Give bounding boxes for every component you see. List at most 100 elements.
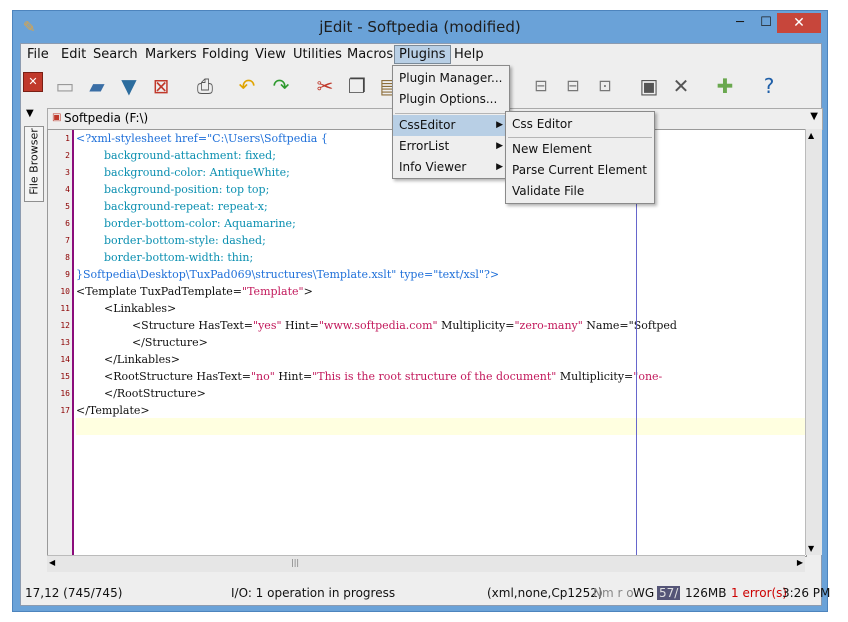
line-number: 3 [65,168,70,177]
line-number: 2 [65,151,70,160]
code-line: }Softpedia\Desktop\TuxPad069\structures\… [76,266,499,283]
copy-icon[interactable]: ❐ [343,72,371,100]
vertical-scrollbar[interactable]: ▲ ▼ [805,129,822,555]
buffer-options-icon[interactable]: ▣ [635,72,663,100]
minimize-button[interactable]: ─ [727,13,753,33]
menu-view[interactable]: View [255,47,286,62]
submenu-arrow-icon: ▶ [496,162,503,172]
cut-icon[interactable]: ✂ [311,72,339,100]
menu-folding[interactable]: Folding [202,47,249,62]
file-browser-tab[interactable]: File Browser [24,126,44,202]
code-line: </Linkables> [76,351,180,368]
code-line: background-position: top top; [76,181,269,198]
memory-used[interactable]: 57/ [657,586,681,600]
line-number: 5 [65,202,70,211]
plugin-manager-icon[interactable]: ✚ [711,72,739,100]
code-line: <?xml-stylesheet href="C:\Users\Softpedi… [76,130,328,147]
file-browser-label: File Browser [27,128,41,195]
line-number: 17 [60,406,70,415]
csseditor-submenu: Css Editor New Element Parse Current Ele… [505,111,655,204]
code-token: "yes" [253,319,282,332]
code-line: <Structure HasText="yes" Hint="www.softp… [76,317,677,334]
split-vertical-icon[interactable]: ⊟ [559,72,587,100]
close-toolbar-icon[interactable]: ✕ [23,72,43,92]
buffer-dropdown-icon[interactable]: ▼ [810,111,818,122]
caret-status[interactable]: 17,12 (745/745) [25,586,122,600]
code-token: > [303,285,313,298]
io-status: I/O: 1 operation in progress [231,586,396,600]
validate-file-item[interactable]: Validate File [506,181,584,202]
menu-macros[interactable]: Macros [347,47,393,62]
error-status[interactable]: 1 error(s) [731,586,787,600]
undo-icon[interactable]: ↶ [233,72,261,100]
scroll-thumb[interactable]: ||| [291,558,311,569]
code-line: border-bottom-style: dashed; [76,232,266,249]
code-line: <RootStructure HasText="no" Hint="This i… [76,368,662,385]
code-token: Hint= [274,370,313,383]
code-content[interactable]: <?xml-stylesheet href="C:\Users\Softpedi… [76,130,806,556]
code-token: <?xml-stylesheet href="C:\Users\Softpedi… [76,132,328,145]
code-token: border-bottom-style: dashed; [76,234,266,247]
flags-status[interactable]: Nm r o [593,586,634,600]
horizontal-scrollbar[interactable]: ◀ ||| ▶ [47,555,805,572]
code-line: </Template> [76,402,150,419]
line-number: 12 [60,321,70,330]
tools-icon[interactable]: ✕ [667,72,695,100]
close-button[interactable]: ✕ [777,13,821,33]
new-element-item[interactable]: New Element [506,139,592,160]
redo-icon[interactable]: ↷ [267,72,295,100]
csseditor-item[interactable]: CssEditor ▶ [393,115,509,136]
menu-file[interactable]: File [27,47,49,62]
plugin-options-item[interactable]: Plugin Options... [393,89,497,110]
menu-utilities[interactable]: Utilities [293,47,342,62]
code-line: <Linkables> [76,300,176,317]
code-token: "no" [251,370,275,383]
memory-total[interactable]: 126MB [685,586,727,600]
split-horizontal-icon[interactable]: ⊟ [527,72,555,100]
line-number: 1 [65,134,70,143]
new-file-icon[interactable]: ▭ [51,72,79,100]
code-line: background-repeat: repeat-x; [76,198,268,215]
dock-menu-icon[interactable]: ▼ [26,108,34,119]
print-icon[interactable]: ⎙ [191,72,219,100]
status-bar: 17,12 (745/745) I/O: 1 operation in prog… [21,583,830,603]
open-file-icon[interactable]: ▰ [83,72,111,100]
line-number: 8 [65,253,70,262]
unsplit-icon[interactable]: ⊡ [591,72,619,100]
info-viewer-label: Info Viewer [399,160,467,174]
code-token: border-bottom-color: Aquamarine; [76,217,296,230]
errorlist-item[interactable]: ErrorList ▶ [393,136,509,157]
code-token: "www.softpedia.com" [318,319,438,332]
css-editor-item[interactable]: Css Editor [506,114,572,135]
code-line: </RootStructure> [76,385,206,402]
code-token: </Template> [76,404,150,417]
scroll-right-icon[interactable]: ▶ [797,558,803,567]
plugin-manager-item[interactable]: Plugin Manager... [393,68,503,89]
close-buffer-icon[interactable]: ⊠ [147,72,175,100]
text-area[interactable]: 1 2 3 4 5 6 7 8 9 10 11 12 13 14 15 16 17 <?xml-styleshe… [47,129,807,557]
maximize-button[interactable]: ☐ [753,13,779,33]
code-token: "Template" [242,285,304,298]
current-line-highlight [76,418,806,435]
menu-markers[interactable]: Markers [145,47,197,62]
parse-current-element-item[interactable]: Parse Current Element [506,160,647,181]
scroll-down-icon[interactable]: ▼ [808,544,814,553]
code-token: Multiplicity= [437,319,515,332]
help-icon[interactable]: ? [755,72,783,100]
mode-status[interactable]: (xml,none,Cp1252) [487,586,603,600]
code-token: background-repeat: repeat-x; [76,200,268,213]
line-number: 10 [60,287,70,296]
menu-bar: File Edit Search Markers Folding View Ut… [21,44,821,66]
save-icon[interactable]: ▼ [115,72,143,100]
code-token: <RootStructure HasText= [76,370,251,383]
scroll-up-icon[interactable]: ▲ [808,131,814,140]
line-number: 16 [60,389,70,398]
menu-help[interactable]: Help [454,47,484,62]
scroll-left-icon[interactable]: ◀ [49,558,55,567]
line-number: 14 [60,355,70,364]
menu-search[interactable]: Search [93,47,138,62]
info-viewer-item[interactable]: Info Viewer ▶ [393,157,509,178]
menu-plugins[interactable]: Plugins [394,45,451,64]
menu-edit[interactable]: Edit [61,47,86,62]
wg-status[interactable]: WG [633,586,654,600]
